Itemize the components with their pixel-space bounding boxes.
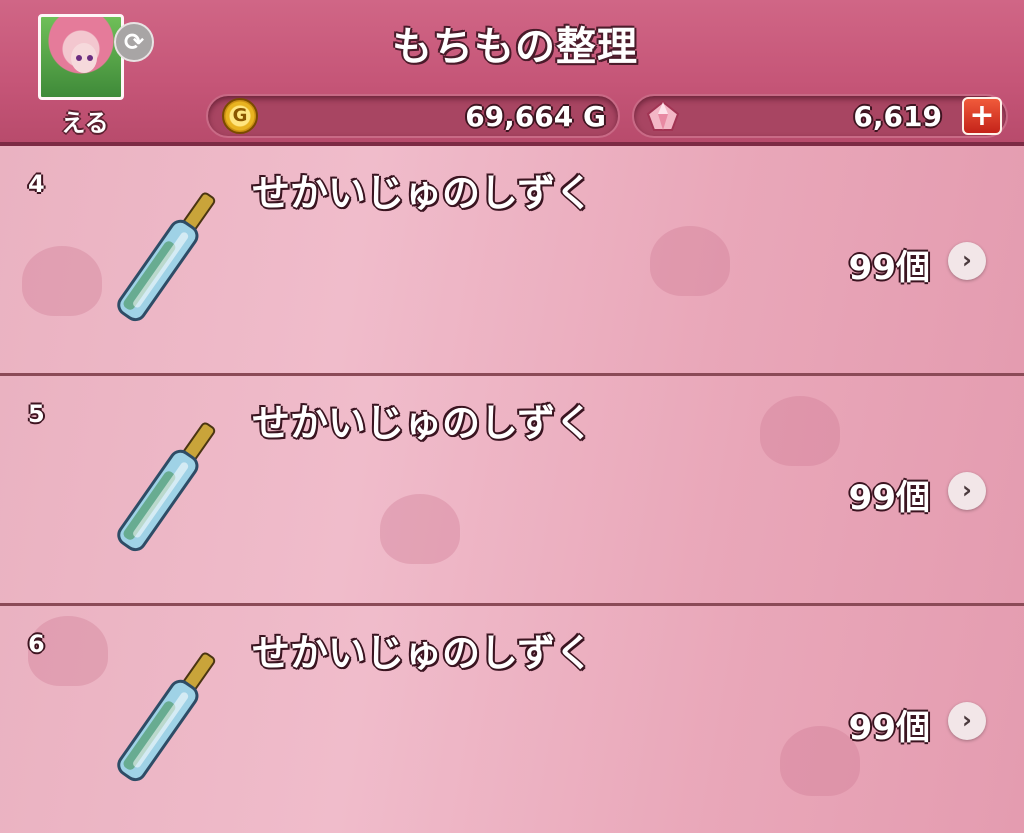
gold-unit: G <box>583 100 606 133</box>
item-count: 99個 <box>848 248 930 288</box>
avatar-eye-right <box>87 55 93 61</box>
item-count: 99個 <box>848 478 930 518</box>
avatar-eye-left <box>76 55 82 61</box>
slot-number: 5 <box>28 400 45 428</box>
avatar[interactable] <box>38 14 124 100</box>
gold-amount: 69,664 G <box>465 100 606 133</box>
list-item[interactable]: 4 せかいじゅのしずく 99個 › <box>0 146 1024 376</box>
bottle-icon <box>117 192 216 322</box>
slot-number: 4 <box>28 170 45 198</box>
header: ⟳ える もちもの整理 G 69,664 G 6,619 + <box>0 0 1024 146</box>
chevron-right-icon[interactable]: › <box>948 472 986 510</box>
bottle-icon <box>117 422 216 552</box>
background-slime-icon <box>760 396 840 466</box>
player-name: える <box>61 109 109 137</box>
background-slime-icon <box>650 226 730 296</box>
bottle-icon <box>117 652 216 782</box>
list-item[interactable]: 5 せかいじゅのしずく 99個 › <box>0 376 1024 606</box>
refresh-icon[interactable]: ⟳ <box>114 22 154 62</box>
item-list: 4 せかいじゅのしずく 99個 › 5 せかいじゅのしずく 99個 › 6 せか… <box>0 146 1024 833</box>
background-slime-icon <box>22 246 102 316</box>
gem-display: 6,619 + <box>632 94 1008 138</box>
background-slime-icon <box>380 494 460 564</box>
item-name: せかいじゅのしずく <box>252 171 594 215</box>
gold-display: G 69,664 G <box>206 94 620 138</box>
gold-value: 69,664 <box>465 100 574 133</box>
gold-coin-icon: G <box>222 98 258 134</box>
list-item[interactable]: 6 せかいじゅのしずく 99個 › <box>0 606 1024 833</box>
gem-icon <box>646 100 680 131</box>
gem-amount: 6,619 <box>853 100 942 133</box>
item-name: せかいじゅのしずく <box>252 631 594 675</box>
item-name: せかいじゅのしずく <box>252 401 594 445</box>
avatar-block[interactable]: ⟳ <box>38 14 154 104</box>
avatar-face <box>71 43 97 73</box>
item-count: 99個 <box>848 708 930 748</box>
slot-number: 6 <box>28 630 45 658</box>
page-title: もちもの整理 <box>392 24 638 70</box>
chevron-right-icon[interactable]: › <box>948 242 986 280</box>
add-gems-button[interactable]: + <box>962 97 1002 135</box>
chevron-right-icon[interactable]: › <box>948 702 986 740</box>
